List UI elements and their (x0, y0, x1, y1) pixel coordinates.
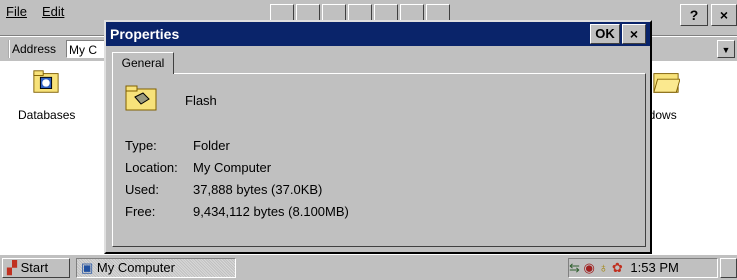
prop-value-free: 9,434,112 bytes (8.100MB) (193, 204, 349, 219)
tab-panel-general: Flash Type: Folder Location: My Computer… (112, 73, 646, 247)
prop-value-type: Folder (193, 138, 230, 153)
prop-value-used: 37,888 bytes (37.0KB) (193, 182, 323, 197)
address-dropdown-button[interactable]: ▼ (717, 40, 735, 58)
properties-dialog: Properties OK × General Flash Type: Fold… (104, 20, 652, 254)
tab-general[interactable]: General (112, 52, 174, 74)
prop-label-free: Free: (125, 204, 156, 219)
prop-label-type: Type: (125, 138, 157, 153)
ok-button[interactable]: OK (590, 24, 620, 44)
menu-file[interactable]: File (6, 4, 27, 19)
close-dialog-button[interactable]: × (622, 24, 646, 44)
address-label: Address (8, 40, 58, 58)
taskbar-item-label: My Computer (96, 260, 175, 275)
clock[interactable]: 1:53 PM (630, 260, 678, 275)
dialog-title: Properties (106, 22, 650, 46)
start-label: Start (20, 260, 49, 275)
prop-label-used: Used: (125, 182, 159, 197)
system-tray: ⇆ ◉ ♁ ✿ 1:53 PM (568, 258, 718, 278)
volume-icon[interactable]: ◉ (584, 260, 595, 275)
network-icon[interactable]: ⇆ (569, 260, 580, 275)
my-computer-icon: ▣ (81, 260, 94, 275)
sync-icon[interactable]: ✿ (612, 260, 623, 275)
power-icon[interactable]: ♁ (599, 260, 609, 275)
prop-label-location: Location: (125, 160, 178, 175)
folder-icon (653, 73, 680, 93)
prop-value-location: My Computer (193, 160, 272, 175)
taskbar: ▞ Start ▣ My Computer ⇆ ◉ ♁ ✿ 1:53 PM (0, 254, 737, 280)
windows-logo-icon: ▞ (7, 260, 17, 275)
show-desktop-icon[interactable] (720, 258, 737, 278)
taskbar-item-my-computer[interactable]: ▣ My Computer (76, 258, 236, 278)
menu-edit[interactable]: Edit (42, 4, 64, 19)
flash-folder-icon (125, 85, 157, 111)
folder-icon (33, 70, 59, 93)
file-label: Databases (18, 108, 76, 122)
help-button[interactable]: ? (680, 4, 708, 26)
address-input[interactable]: My C (66, 40, 106, 58)
item-name: Flash (185, 93, 217, 108)
dialog-title-text: Properties (110, 26, 180, 42)
start-button[interactable]: ▞ Start (2, 258, 70, 278)
close-window-button[interactable]: × (711, 4, 737, 26)
